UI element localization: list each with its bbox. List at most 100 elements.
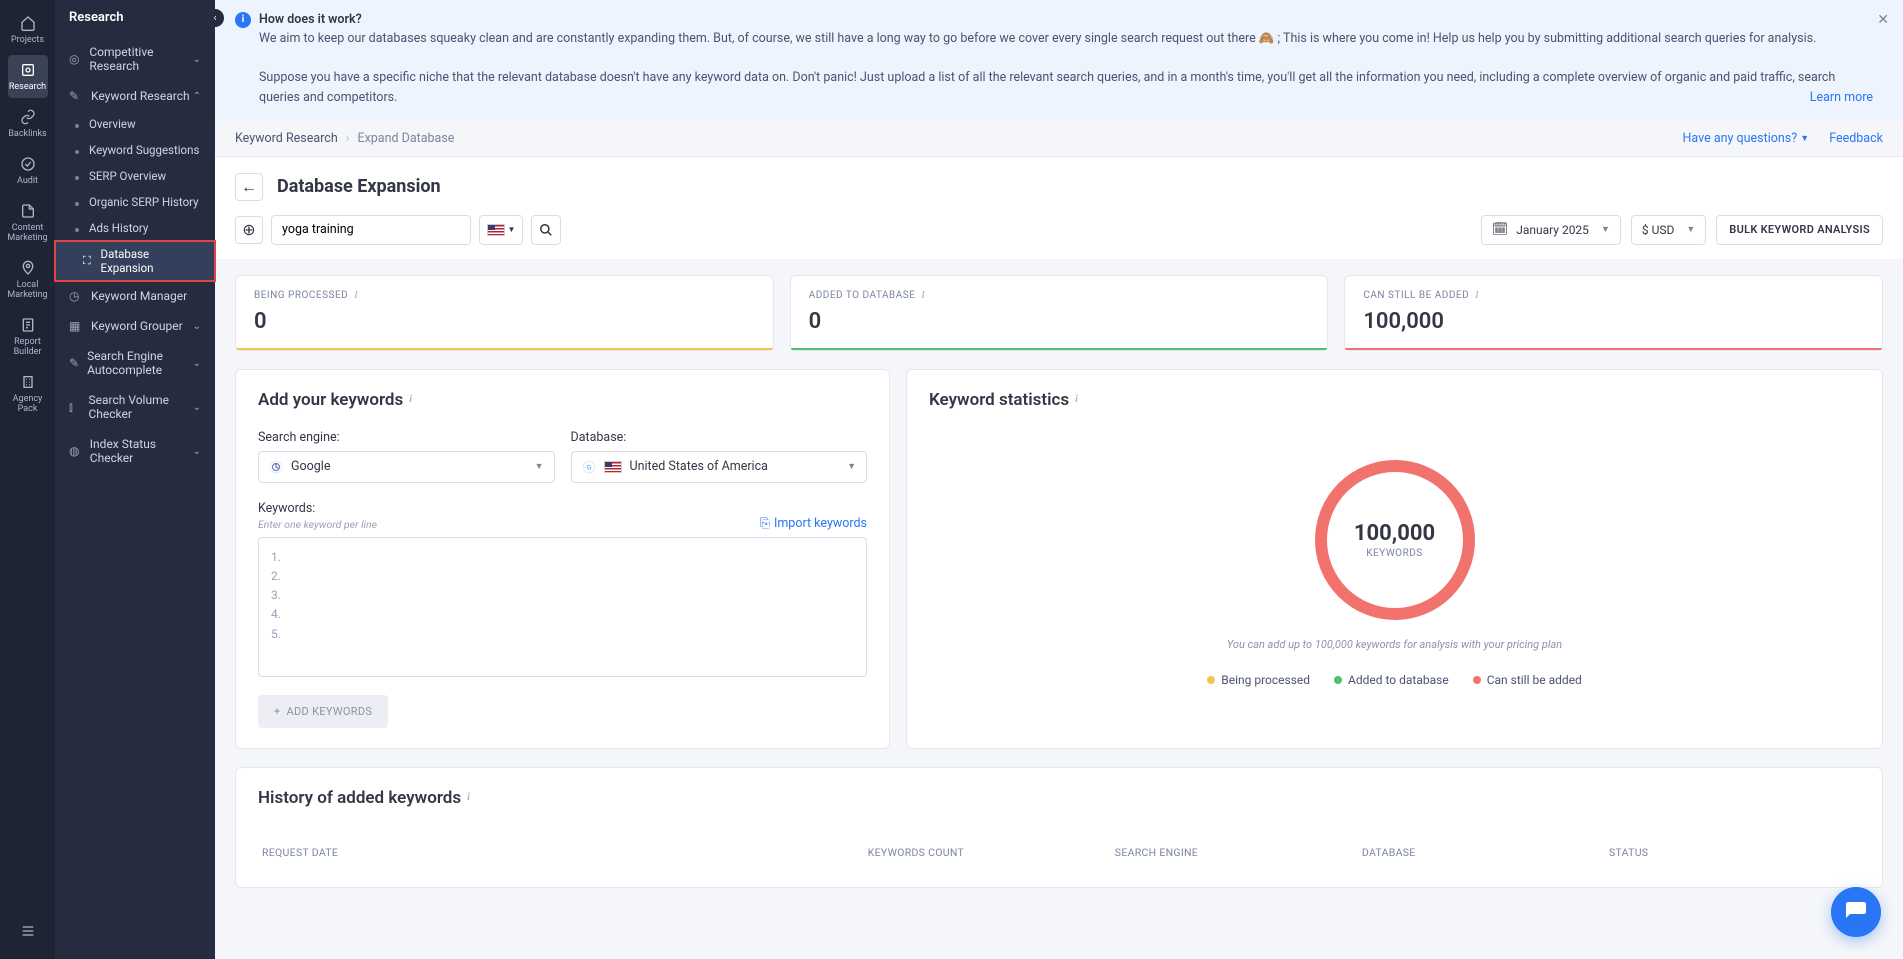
chevron-down-icon: ▼ bbox=[1686, 224, 1695, 235]
keyword-input[interactable] bbox=[272, 222, 470, 237]
bulk-analysis-button[interactable]: BULK KEYWORD ANALYSIS bbox=[1716, 215, 1883, 245]
db-label: Database: bbox=[571, 430, 868, 445]
currency-selector[interactable]: $ USD ▼ bbox=[1631, 215, 1706, 245]
kw-hint: Enter one keyword per line bbox=[258, 518, 377, 531]
locale-selector[interactable]: ▼ bbox=[479, 215, 523, 245]
line: 5. bbox=[271, 625, 854, 644]
sb-label: Competitive Research bbox=[89, 45, 192, 73]
stat-label: ADDED TO DATABASE bbox=[809, 290, 916, 301]
breadcrumb: Keyword Research › Expand Database Have … bbox=[215, 121, 1903, 157]
plus-circle-icon: ⊕ bbox=[242, 220, 255, 239]
keyword-search[interactable] bbox=[271, 215, 471, 245]
sb-overview[interactable]: Overview bbox=[55, 111, 215, 137]
se-label: Search engine: bbox=[258, 430, 555, 445]
col-request-date: REQUEST DATE bbox=[262, 846, 868, 859]
back-button[interactable]: ← bbox=[235, 173, 263, 201]
sb-keyword-research[interactable]: ✎ Keyword Research ⌃ bbox=[55, 81, 215, 111]
have-questions[interactable]: Have any questions? ▼ bbox=[1683, 131, 1810, 146]
rail-projects[interactable]: Projects bbox=[8, 8, 48, 51]
database-select[interactable]: G United States of America ▼ bbox=[571, 451, 868, 483]
info-icon[interactable]: i bbox=[409, 394, 412, 405]
title-bar: ← Database Expansion bbox=[215, 157, 1903, 215]
close-banner[interactable]: ✕ bbox=[1877, 10, 1889, 32]
kw-label: Keywords: bbox=[258, 501, 377, 516]
panel-heading: Keyword statistics bbox=[929, 390, 1069, 410]
sb-serp[interactable]: SERP Overview bbox=[55, 163, 215, 189]
sb-suggestions[interactable]: Keyword Suggestions bbox=[55, 137, 215, 163]
keyword-icon: ✎ bbox=[69, 89, 83, 103]
search-button[interactable] bbox=[531, 215, 561, 245]
history-table-header: REQUEST DATE KEYWORDS COUNT SEARCH ENGIN… bbox=[258, 828, 1860, 867]
google-icon bbox=[269, 460, 283, 474]
info-icon[interactable]: i bbox=[354, 290, 358, 301]
month-selector[interactable]: 🗓 January 2025 ▼ bbox=[1481, 215, 1621, 245]
learn-more-link[interactable]: Learn more bbox=[1810, 88, 1873, 107]
arrow-left-icon: ← bbox=[241, 177, 257, 197]
se-value: Google bbox=[291, 459, 330, 474]
sb-volume[interactable]: ⫾ Search Volume Checker ⌄ bbox=[55, 385, 215, 429]
chevron-up-icon: ⌃ bbox=[193, 91, 201, 102]
info-icon[interactable]: i bbox=[921, 290, 925, 301]
legend-label: Added to database bbox=[1348, 673, 1449, 687]
chevron-down-icon: ⌄ bbox=[193, 402, 201, 413]
line: 1. bbox=[271, 548, 854, 567]
info-icon[interactable]: i bbox=[467, 792, 470, 803]
rail-backlinks[interactable]: Backlinks bbox=[8, 102, 48, 145]
rail-content[interactable]: Content Marketing bbox=[8, 196, 48, 249]
crumb-a[interactable]: Keyword Research bbox=[235, 131, 338, 146]
search-icon bbox=[539, 223, 553, 237]
report-icon bbox=[19, 316, 37, 334]
feedback-link[interactable]: Feedback bbox=[1829, 131, 1883, 146]
sidebar-title: Research bbox=[55, 0, 215, 37]
chevron-down-icon: ▼ bbox=[508, 225, 516, 234]
bars-icon: ⫾ bbox=[69, 400, 80, 415]
sb-kw-grouper[interactable]: ▦ Keyword Grouper ⌄ bbox=[55, 311, 215, 341]
chevron-down-icon: ⌄ bbox=[193, 321, 201, 332]
rail-label: Report Builder bbox=[8, 337, 48, 357]
legend-processed: Being processed bbox=[1207, 673, 1310, 687]
sb-ads[interactable]: Ads History bbox=[55, 215, 215, 241]
chevron-down-icon: ⌄ bbox=[193, 358, 201, 369]
legend-label: Can still be added bbox=[1487, 673, 1582, 687]
rail-local[interactable]: Local Marketing bbox=[8, 253, 48, 306]
import-keywords[interactable]: ⎘ Import keywords bbox=[760, 516, 867, 531]
sb-index[interactable]: ◍ Index Status Checker ⌄ bbox=[55, 429, 215, 473]
donut-chart: 100,000 KEYWORDS bbox=[1315, 460, 1475, 620]
info-banner: i ✕ How does it work? We aim to keep our… bbox=[215, 0, 1903, 121]
target-icon: ◎ bbox=[69, 52, 81, 66]
stat-label: CAN STILL BE ADDED bbox=[1363, 290, 1469, 301]
search-engine-select[interactable]: Google ▼ bbox=[258, 451, 555, 483]
add-keywords-button[interactable]: + ADD KEYWORDS bbox=[258, 695, 388, 728]
chat-button[interactable] bbox=[1831, 887, 1881, 937]
sidebar-collapse[interactable]: ‹ bbox=[206, 9, 224, 27]
sb-autocomplete[interactable]: ✎ Search Engine Autocomplete ⌄ bbox=[55, 341, 215, 385]
sb-kw-manager[interactable]: ◷ Keyword Manager bbox=[55, 281, 215, 311]
rail-report[interactable]: Report Builder bbox=[8, 310, 48, 363]
rail-audit[interactable]: Audit bbox=[8, 149, 48, 192]
stat-value: 0 bbox=[254, 309, 755, 334]
rail-research[interactable]: Research bbox=[8, 55, 48, 98]
currency-value: $ USD bbox=[1642, 223, 1675, 237]
sb-competitive[interactable]: ◎ Competitive Research ⌄ bbox=[55, 37, 215, 81]
rail-agency[interactable]: Agency Pack bbox=[8, 367, 48, 420]
sb-database-expansion[interactable]: ⛶ Database Expansion bbox=[55, 241, 215, 281]
calendar-icon: 🗓 bbox=[1492, 222, 1509, 237]
add-button[interactable]: ⊕ bbox=[235, 216, 263, 244]
rail-label: Content Marketing bbox=[7, 223, 47, 243]
chart-legend: Being processed Added to database Can st… bbox=[1207, 673, 1582, 687]
col-status: STATUS bbox=[1609, 846, 1856, 859]
home-icon bbox=[19, 14, 37, 32]
keywords-textarea[interactable]: 1. 2. 3. 4. 5. bbox=[258, 537, 867, 677]
chevron-down-icon: ▼ bbox=[1800, 133, 1809, 144]
clock-icon: ◷ bbox=[69, 289, 83, 303]
donut-note: You can add up to 100,000 keywords for a… bbox=[1227, 638, 1562, 651]
info-icon[interactable]: i bbox=[1475, 290, 1479, 301]
import-label: Import keywords bbox=[774, 516, 867, 531]
info-icon[interactable]: i bbox=[1075, 394, 1078, 405]
legend-label: Being processed bbox=[1221, 673, 1310, 687]
chevron-down-icon: ▼ bbox=[1601, 224, 1610, 235]
pin-icon bbox=[19, 259, 37, 277]
rail-collapse[interactable] bbox=[8, 916, 48, 949]
auto-icon: ✎ bbox=[69, 356, 79, 370]
sb-organic[interactable]: Organic SERP History bbox=[55, 189, 215, 215]
